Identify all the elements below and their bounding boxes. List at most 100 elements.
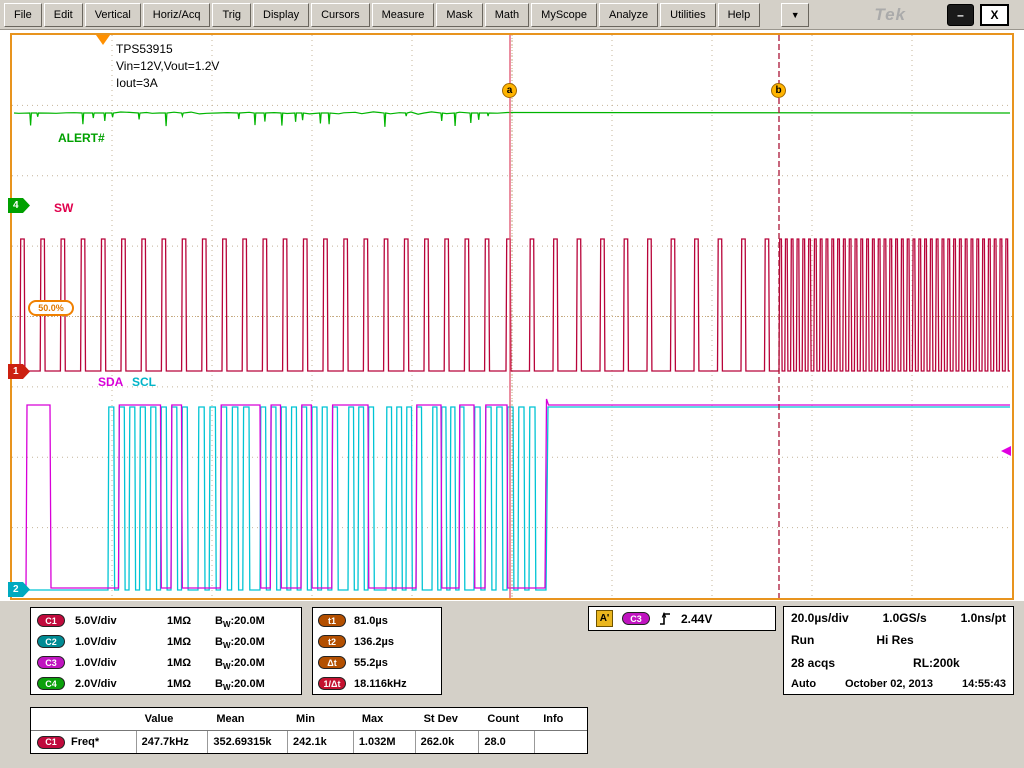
- tek-logo: Tek: [874, 5, 906, 25]
- menu-item-trig[interactable]: Trig: [212, 3, 251, 27]
- annotation-line-1: TPS53915: [116, 41, 219, 58]
- cursor-readout-panel: t1 81.0µs t2 136.2µs Δt 55.2µs 1/Δt 18.1…: [312, 607, 442, 695]
- menu-item-utilities[interactable]: Utilities: [660, 3, 715, 27]
- menu-item-help[interactable]: Help: [718, 3, 761, 27]
- menu-item-measure[interactable]: Measure: [372, 3, 435, 27]
- measurement-source-badge[interactable]: C1: [37, 736, 65, 749]
- menu-item-horiz-acq[interactable]: Horiz/Acq: [143, 3, 211, 27]
- channel-readout-panel: C1 5.0V/div 1MΩ BW:20.0M C2 1.0V/div 1MΩ…: [30, 607, 302, 695]
- channel-bw-c3: BW:20.0M: [215, 657, 265, 669]
- trigger-level-percent-badge: 50.0%: [28, 300, 74, 316]
- acquisition-readout-panel: 20.0µs/div 1.0GS/s 1.0ns/pt Run Hi Res 2…: [783, 606, 1014, 695]
- acq-count-row: 28 acqs RL:200k: [791, 656, 1006, 670]
- measurement-max: 1.032M: [353, 731, 415, 753]
- cursor-a-handle[interactable]: a: [502, 83, 517, 98]
- channel-badge-c1[interactable]: C1: [37, 614, 65, 627]
- cursor-badge-inv-delta-t: 1/Δt: [318, 677, 346, 690]
- measurement-info: [534, 731, 587, 753]
- channel-impedance-c1: 1MΩ: [167, 615, 215, 627]
- measurement-min: 242.1k: [287, 731, 353, 753]
- acq-mode: Hi Res: [876, 633, 913, 647]
- channel-impedance-c2: 1MΩ: [167, 636, 215, 648]
- measurement-header-max: Max: [353, 708, 415, 730]
- channel-row-c4[interactable]: C4 2.0V/div 1MΩ BW:20.0M: [31, 673, 301, 694]
- minimize-button[interactable]: –: [947, 4, 974, 26]
- measurement-row-freq[interactable]: C1 Freq* 247.7kHz 352.69315k 242.1k 1.03…: [31, 730, 587, 753]
- measurement-table: Value Mean Min Max St Dev Count Info C1 …: [30, 707, 588, 754]
- menu-item-display[interactable]: Display: [253, 3, 309, 27]
- trace-label-sda: SDA: [98, 375, 123, 389]
- trigger-level-arrow-icon: [1001, 446, 1011, 456]
- timebase-scale: 20.0µs/div: [791, 611, 849, 625]
- channel-scale-c2: 1.0V/div: [75, 636, 167, 648]
- channel-badge-c3[interactable]: C3: [37, 656, 65, 669]
- menu-item-mask[interactable]: Mask: [436, 3, 482, 27]
- menu-item-analyze[interactable]: Analyze: [599, 3, 658, 27]
- time-text: 14:55:43: [962, 678, 1006, 690]
- cursor-badge-t1: t1: [318, 614, 346, 627]
- trace-label-sw: SW: [54, 201, 73, 215]
- close-button[interactable]: X: [980, 4, 1009, 26]
- run-state-row: Run Hi Res: [791, 633, 1006, 647]
- menu-item-math[interactable]: Math: [485, 3, 529, 27]
- menu-dropdown-button[interactable]: ▼: [781, 3, 809, 27]
- cursor-row-t2: t2 136.2µs: [313, 631, 441, 652]
- measurement-value: 247.7kHz: [136, 731, 208, 753]
- menu-item-file[interactable]: File: [4, 3, 42, 27]
- channel-scale-c1: 5.0V/div: [75, 615, 167, 627]
- measurement-source-cell: C1 Freq*: [31, 731, 136, 753]
- cursor-value-t1: 81.0µs: [354, 615, 388, 627]
- menu-item-vertical[interactable]: Vertical: [85, 3, 141, 27]
- measurement-header-blank: [31, 708, 136, 730]
- measurement-header-mean: Mean: [207, 708, 287, 730]
- cursor-value-delta-t: 55.2µs: [354, 657, 388, 669]
- channel-bw-c1: BW:20.0M: [215, 615, 265, 627]
- channel-badge-c2[interactable]: C2: [37, 635, 65, 648]
- channel-impedance-c4: 1MΩ: [167, 678, 215, 690]
- channel-bw-c2: BW:20.0M: [215, 636, 265, 648]
- annotation-block: TPS53915 Vin=12V,Vout=1.2V Iout=3A: [116, 41, 219, 92]
- sample-resolution: 1.0ns/pt: [961, 611, 1006, 625]
- cursor-row-t1: t1 81.0µs: [313, 610, 441, 631]
- trigger-readout-panel[interactable]: A' C3 2.44V: [588, 606, 776, 631]
- measurement-header-count: Count: [478, 708, 534, 730]
- measurement-header-info: Info: [534, 708, 587, 730]
- trigger-level-value: 2.44V: [681, 612, 712, 626]
- channel-row-c3[interactable]: C3 1.0V/div 1MΩ BW:20.0M: [31, 652, 301, 673]
- cursor-value-t2: 136.2µs: [354, 636, 394, 648]
- waveform-display: TPS53915 Vin=12V,Vout=1.2V Iout=3A ALERT…: [10, 33, 1014, 600]
- channel-scale-c3: 1.0V/div: [75, 657, 167, 669]
- channel-bw-c4: BW:20.0M: [215, 678, 265, 690]
- annotation-line-3: Iout=3A: [116, 75, 219, 92]
- waveform-traces: [12, 35, 1012, 598]
- channel-scale-c4: 2.0V/div: [75, 678, 167, 690]
- menu-item-edit[interactable]: Edit: [44, 3, 83, 27]
- channel-badge-c4[interactable]: C4: [37, 677, 65, 690]
- measurement-count: 28.0: [478, 731, 534, 753]
- trigger-position-icon[interactable]: [96, 35, 110, 45]
- measurement-name: Freq*: [71, 736, 99, 748]
- menu-item-myscope[interactable]: MyScope: [531, 3, 597, 27]
- channel-impedance-c3: 1MΩ: [167, 657, 215, 669]
- cursor-b-handle[interactable]: b: [771, 83, 786, 98]
- cursor-badge-t2: t2: [318, 635, 346, 648]
- cursor-row-delta-t: Δt 55.2µs: [313, 652, 441, 673]
- trace-label-scl: SCL: [132, 375, 156, 389]
- channel-row-c1[interactable]: C1 5.0V/div 1MΩ BW:20.0M: [31, 610, 301, 631]
- annotation-line-2: Vin=12V,Vout=1.2V: [116, 58, 219, 75]
- trigger-mode: Auto: [791, 678, 816, 690]
- measurement-header-stdev: St Dev: [415, 708, 479, 730]
- measurement-header-min: Min: [287, 708, 353, 730]
- acq-count: 28 acqs: [791, 656, 835, 670]
- measurement-header-row: Value Mean Min Max St Dev Count Info: [31, 708, 587, 730]
- cursor-value-inv-delta-t: 18.116kHz: [354, 678, 407, 690]
- date-text: October 02, 2013: [845, 678, 933, 690]
- menu-item-cursors[interactable]: Cursors: [311, 3, 370, 27]
- channel-row-c2[interactable]: C2 1.0V/div 1MΩ BW:20.0M: [31, 631, 301, 652]
- trigger-source-badge[interactable]: C3: [622, 612, 650, 625]
- trigger-a-badge[interactable]: A': [596, 610, 613, 627]
- record-length: RL:200k: [913, 656, 960, 670]
- trace-label-alert: ALERT#: [58, 131, 105, 145]
- sample-rate: 1.0GS/s: [883, 611, 927, 625]
- cursor-badge-delta-t: Δt: [318, 656, 346, 669]
